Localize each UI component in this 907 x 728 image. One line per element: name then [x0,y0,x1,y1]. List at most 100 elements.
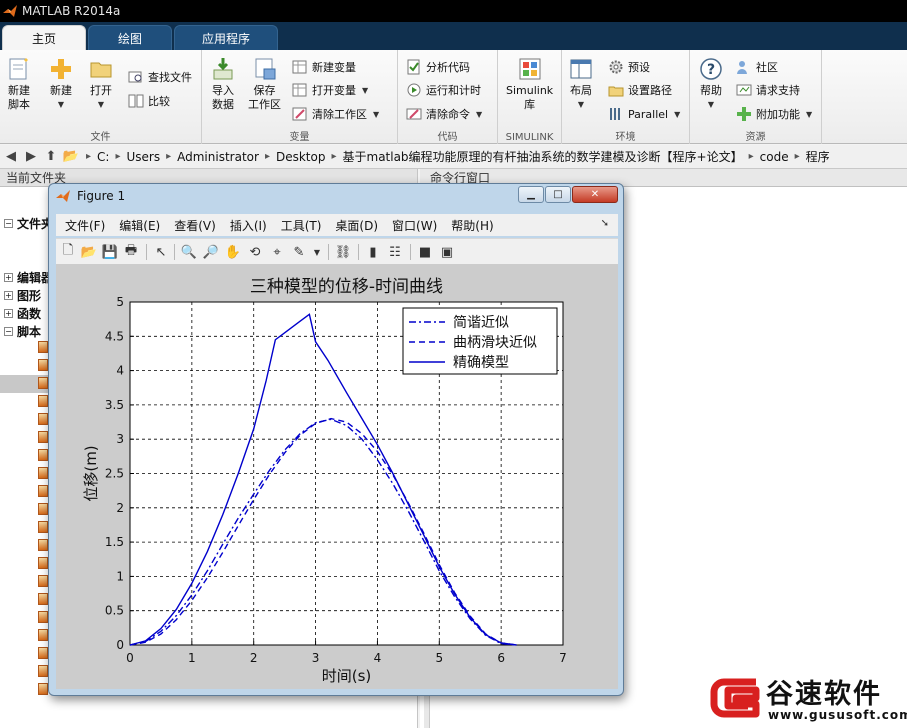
rotate-3d-icon[interactable]: ⟲ [246,243,264,261]
script-file-icon[interactable] [38,467,48,479]
add-ons-icon [737,107,751,121]
data-cursor-icon[interactable]: ⌖ [268,243,286,261]
up-folder-icon[interactable]: ⬆ [42,148,60,166]
zoom-out-icon[interactable]: 🔎 [202,243,220,261]
script-file-icon[interactable] [38,359,48,371]
script-file-icon[interactable] [38,503,48,515]
script-file-icon[interactable] [38,413,48,425]
help-button[interactable]: ? 帮助 ▼ [698,56,724,112]
menu-window[interactable]: 窗口(W) [392,217,437,234]
script-file-icon[interactable] [38,539,48,551]
open-button[interactable]: 打开 ▼ [88,56,114,112]
simulink-library-button[interactable]: Simulink 库 [506,56,553,112]
tab-home[interactable]: 主页 [2,25,86,50]
expand-icon: + [4,309,13,318]
new-script-button[interactable]: 新建 脚本 [6,56,32,112]
script-file-icon[interactable] [38,377,48,389]
breadcrumb-administrator[interactable]: Administrator [177,150,259,164]
menu-desktop[interactable]: 桌面(D) [335,217,378,234]
analyze-code-button[interactable]: 分析代码 [406,58,470,76]
import-icon [213,58,233,80]
menu-file[interactable]: 文件(F) [65,217,105,234]
clear-workspace-button[interactable]: 清除工作区 ▼ [292,105,379,123]
breadcrumb-project-folder[interactable]: 基于matlab编程功能原理的有杆抽油系统的数学建模及诊断【程序+论文】 [343,148,743,165]
layout-button[interactable]: 布局 ▼ [568,56,594,112]
x-tick-label: 3 [312,651,320,665]
browse-folder-icon[interactable]: 📂 [62,148,80,166]
script-file-icon[interactable] [38,629,48,641]
tab-plots[interactable]: 绘图 [88,25,172,50]
forward-arrow-icon[interactable]: ▶ [22,148,40,166]
compare-button[interactable]: 比较 [128,92,170,110]
breadcrumb-desktop[interactable]: Desktop [276,150,326,164]
menu-insert[interactable]: 插入(I) [230,217,267,234]
add-ons-button[interactable]: 附加功能 ▼ [736,105,812,123]
breadcrumb-program[interactable]: 程序 [806,148,830,165]
tab-apps[interactable]: 应用程序 [174,25,278,50]
script-file-icon[interactable] [38,395,48,407]
new-button[interactable]: 新建 ▼ [48,56,74,112]
script-file-icon[interactable] [38,647,48,659]
menu-view[interactable]: 查看(V) [174,217,216,234]
minimize-button[interactable]: ▁ [518,186,544,203]
set-path-button[interactable]: 设置路径 [608,81,672,99]
show-plot-tools-icon[interactable]: ▣ [438,243,456,261]
environment-group-title: 环境 [615,132,636,143]
tree-node-scripts[interactable]: − 脚本 [4,323,41,340]
preferences-button[interactable]: 预设 [608,58,650,76]
script-file-icon[interactable] [38,665,48,677]
pan-icon[interactable]: ✋ [224,243,242,261]
save-workspace-button[interactable]: 保存 工作区 [248,56,281,112]
back-arrow-icon[interactable]: ◀ [2,148,20,166]
breadcrumb-drive[interactable]: C: [97,150,109,164]
script-file-icon[interactable] [38,611,48,623]
tree-node-folders[interactable]: − 文件夹 [4,215,53,232]
save-icon[interactable]: 💾 [101,243,119,261]
toolbar-separator [146,244,147,260]
parallel-button[interactable]: Parallel ▼ [608,105,680,123]
community-button[interactable]: 社区 [736,58,778,76]
close-button[interactable]: ✕ [572,186,618,203]
brush-icon[interactable]: ✎ [290,243,308,261]
new-figure-icon[interactable]: 🗋 [59,243,77,261]
maximize-button[interactable]: □ [545,186,571,203]
script-file-icon[interactable] [38,683,48,695]
new-variable-button[interactable]: 新建变量 [292,58,356,76]
legend-icon[interactable]: ☷ [386,243,404,261]
clear-commands-button[interactable]: 清除命令 ▼ [406,105,482,123]
brush-caret-icon[interactable]: ▼ [308,243,326,261]
script-file-icon[interactable] [38,485,48,497]
script-file-icon[interactable] [38,431,48,443]
run-and-time-button[interactable]: 运行和计时 [406,81,481,99]
gear-icon [609,60,623,74]
link-plot-icon[interactable]: ⛓ [334,243,352,261]
collapse-icon: − [4,219,13,228]
script-file-icon[interactable] [38,521,48,533]
script-file-icon[interactable] [38,449,48,461]
script-file-icon[interactable] [38,557,48,569]
tree-node-editor[interactable]: + 编辑器 [4,269,53,286]
tree-node-functions[interactable]: + 函数 [4,305,41,322]
menu-edit[interactable]: 编辑(E) [119,217,160,234]
pointer-icon[interactable]: ↖ [152,243,170,261]
hide-plot-tools-icon[interactable]: ■ [416,243,434,261]
zoom-in-icon[interactable]: 🔍 [180,243,198,261]
script-file-icon[interactable] [38,593,48,605]
breadcrumb-users[interactable]: Users [126,150,160,164]
colorbar-icon[interactable]: ▮ [364,243,382,261]
script-file-icon[interactable] [38,341,48,353]
open-variable-button[interactable]: 打开变量 ▼ [292,81,368,99]
open-file-icon[interactable]: 📂 [80,243,98,261]
script-file-icon[interactable] [38,575,48,587]
chart-legend[interactable]: 简谐近似曲柄滑块近似精确模型 [402,307,558,375]
tree-node-graphics[interactable]: + 图形 [4,287,41,304]
menu-tools[interactable]: 工具(T) [281,217,322,234]
breadcrumb-code[interactable]: code [760,150,789,164]
menu-help[interactable]: 帮助(H) [451,217,493,234]
simulink-group-title: SIMULINK [505,132,554,143]
import-data-button[interactable]: 导入 数据 [210,56,236,112]
dock-arrow-icon[interactable]: ➘ [601,218,609,229]
request-support-button[interactable]: 请求支持 [736,81,800,99]
find-files-button[interactable]: 查找文件 [128,68,192,86]
print-icon[interactable]: 🖶 [122,243,140,261]
